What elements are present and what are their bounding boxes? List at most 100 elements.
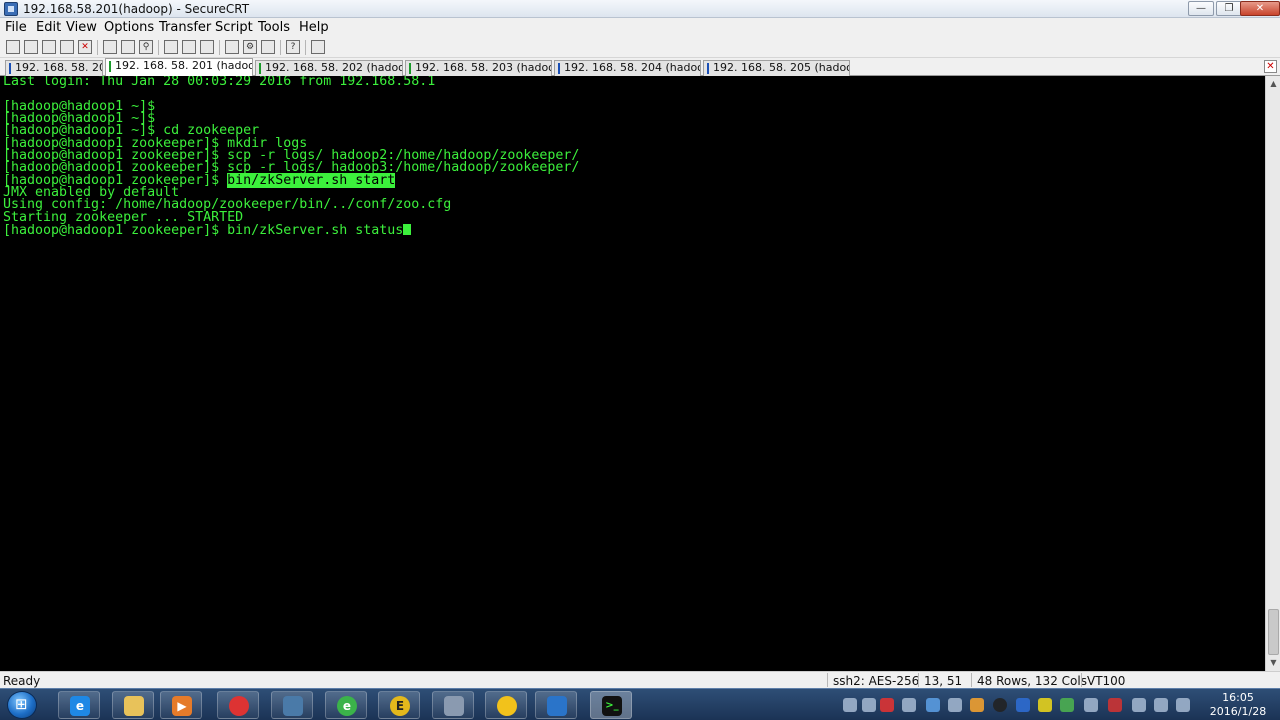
menu-file[interactable]: File <box>5 20 27 35</box>
taskbar-securecrt[interactable]: >_ <box>590 691 632 719</box>
start-button[interactable] <box>7 691 37 719</box>
vertical-scrollbar[interactable]: ▲ ▼ <box>1265 76 1280 671</box>
editor-icon: E <box>390 696 410 716</box>
taskbar-file-explorer[interactable] <box>112 691 154 719</box>
securecrt-terminal-icon: >_ <box>602 696 622 716</box>
status-terminal-size: 48 Rows, 132 Cols <box>977 674 1087 688</box>
connect-in-tab-icon[interactable] <box>42 40 56 54</box>
tray-signal-icon[interactable] <box>1176 698 1190 712</box>
scroll-up-icon[interactable]: ▲ <box>1267 77 1280 90</box>
tab-192-168-58-205-hadoop[interactable]: 192. 168. 58. 205 (hadoop) <box>703 60 850 76</box>
tray-update-icon[interactable] <box>970 698 984 712</box>
tray-input-icon[interactable] <box>862 698 876 712</box>
session-tab-bar: 192. 168. 58. 201 192. 168. 58. 201 (had… <box>0 58 1280 76</box>
folder-icon <box>124 696 144 716</box>
terminal-line: Last login: Thu Jan 28 00:03:29 2016 fro… <box>3 76 436 89</box>
tray-keyboard-icon[interactable] <box>843 698 857 712</box>
maximize-button[interactable]: ❐ <box>1216 1 1242 16</box>
tab-192-168-58-203-hadoop[interactable]: 192. 168. 58. 203 (hadoop) <box>405 60 552 76</box>
scrollbar-thumb[interactable] <box>1268 609 1279 655</box>
tab-192-168-58-201[interactable]: 192. 168. 58. 201 <box>5 60 103 76</box>
command-input[interactable]: bin/zkServer.sh status <box>227 223 403 238</box>
taskbar-editor[interactable]: E <box>378 691 420 719</box>
menu-options[interactable]: Options <box>104 20 154 35</box>
taskbar-network-app[interactable] <box>271 691 313 719</box>
tab-status-icon <box>707 63 709 74</box>
taskbar-chrome[interactable] <box>217 691 259 719</box>
print-selection-icon[interactable] <box>182 40 196 54</box>
status-separator <box>971 673 972 687</box>
tray-bluetooth-icon[interactable] <box>1016 698 1030 712</box>
menu-transfer[interactable]: Transfer <box>159 20 211 35</box>
copy-icon[interactable] <box>103 40 117 54</box>
tab-192-168-58-204-hadoop[interactable]: 192. 168. 58. 204 (hadoop) <box>554 60 701 76</box>
menu-script[interactable]: Script <box>215 20 253 35</box>
minimize-button[interactable]: — <box>1188 1 1214 16</box>
virtual-machine-icon <box>444 696 464 716</box>
close-button[interactable]: ✕ <box>1240 1 1280 16</box>
tray-windows-icon[interactable] <box>948 698 962 712</box>
title-bar: 192.168.58.201(hadoop) - SecureCRT — ❐ ✕ <box>0 0 1280 18</box>
terminal-cursor <box>403 224 412 236</box>
tab-status-icon <box>558 63 560 74</box>
tray-display-icon[interactable] <box>1084 698 1098 712</box>
tab-192-168-58-202-hadoop[interactable]: 192. 168. 58. 202 (hadoop) <box>255 60 403 76</box>
tab-label: 192. 168. 58. 201 <box>15 61 102 74</box>
tray-shield-icon[interactable] <box>926 698 940 712</box>
tray-security-icon[interactable] <box>880 698 894 712</box>
toolbar-separator <box>219 40 220 55</box>
menu-bar: File Edit View Options Transfer Script T… <box>0 18 1280 37</box>
taskbar-virtualbox[interactable] <box>535 691 577 719</box>
status-ready: Ready <box>3 674 41 688</box>
windows-taskbar: e ▶ e E >_ 16:05 2016/1/28 <box>0 688 1280 720</box>
tray-antivirus-icon[interactable] <box>1060 698 1074 712</box>
menu-help[interactable]: Help <box>299 20 329 35</box>
tray-app-icon[interactable] <box>1038 698 1052 712</box>
sftp-icon[interactable] <box>311 40 325 54</box>
status-separator <box>918 673 919 687</box>
help-icon[interactable]: ? <box>286 40 300 54</box>
tab-status-icon <box>409 63 411 74</box>
disconnect-icon[interactable]: ✕ <box>78 40 92 54</box>
selected-command-text: bin/zkServer.sh start <box>227 172 396 188</box>
taskbar-media-player[interactable]: ▶ <box>160 691 202 719</box>
taskbar-browser[interactable]: e <box>325 691 367 719</box>
menu-tools[interactable]: Tools <box>258 20 290 35</box>
window-title: 192.168.58.201(hadoop) - SecureCRT <box>23 2 250 16</box>
tab-status-icon <box>109 61 111 72</box>
paste-icon[interactable] <box>121 40 135 54</box>
connect-icon[interactable] <box>6 40 20 54</box>
toolbar-separator <box>280 40 281 55</box>
scroll-down-icon[interactable]: ▼ <box>1267 656 1280 669</box>
status-separator <box>827 673 828 687</box>
tray-volume-icon[interactable] <box>1154 698 1168 712</box>
tray-power-icon[interactable] <box>1132 698 1146 712</box>
printer-icon[interactable] <box>200 40 214 54</box>
menu-edit[interactable]: Edit <box>36 20 61 35</box>
reconnect-icon[interactable] <box>60 40 74 54</box>
taskbar-virtual-machine[interactable] <box>432 691 474 719</box>
securecrt-app-icon[interactable] <box>4 2 18 16</box>
keymap-icon[interactable] <box>261 40 275 54</box>
quick-connect-icon[interactable] <box>24 40 38 54</box>
terminal-screen[interactable]: Last login: Thu Jan 28 00:03:29 2016 fro… <box>0 76 1265 671</box>
session-options-icon[interactable] <box>225 40 239 54</box>
tray-flag-icon[interactable] <box>1108 698 1122 712</box>
taskbar-internet-explorer[interactable]: e <box>58 691 100 719</box>
network-icon <box>283 696 303 716</box>
terminal-line: [hadoop@hadoop1 zookeeper]$ bin/zkServer… <box>0 172 1265 188</box>
close-tab-icon[interactable]: ✕ <box>1264 60 1277 73</box>
print-icon[interactable] <box>164 40 178 54</box>
tray-qq-icon[interactable] <box>993 698 1007 712</box>
taskbar-music-app[interactable] <box>485 691 527 719</box>
find-icon[interactable]: ⚲ <box>139 40 153 54</box>
clock-time: 16:05 <box>1222 691 1254 704</box>
global-options-icon[interactable]: ⚙ <box>243 40 257 54</box>
media-player-icon: ▶ <box>172 696 192 716</box>
taskbar-clock[interactable]: 16:05 2016/1/28 <box>1198 691 1278 719</box>
tab-192-168-58-201-hadoop[interactable]: 192. 168. 58. 201 (hadoop) <box>105 58 253 76</box>
menu-view[interactable]: View <box>66 20 97 35</box>
prompt-text: [hadoop@hadoop1 zookeeper]$ <box>3 223 228 239</box>
tray-network-icon[interactable] <box>902 698 916 712</box>
